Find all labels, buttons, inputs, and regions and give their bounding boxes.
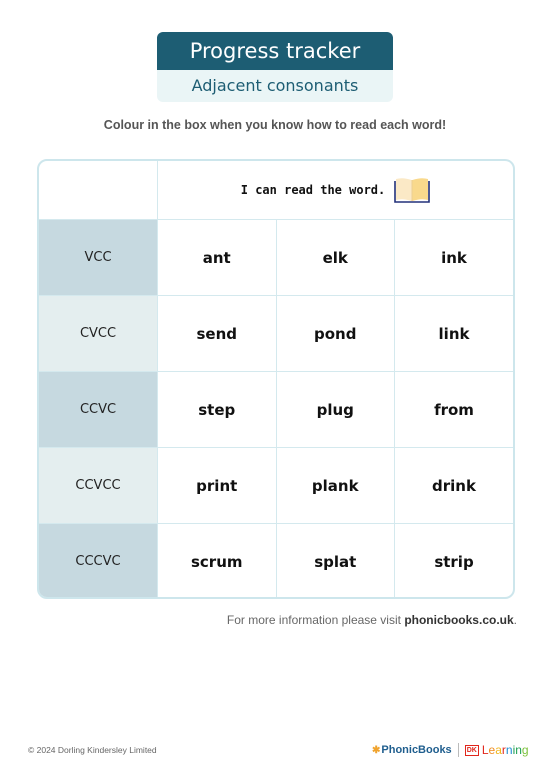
- word-cell[interactable]: drink: [394, 447, 513, 524]
- word-cell[interactable]: plank: [275, 447, 395, 524]
- word-cell[interactable]: send: [157, 295, 277, 372]
- word-cell[interactable]: elk: [275, 219, 395, 296]
- dk-logo-icon: DK: [464, 744, 479, 756]
- word-cell[interactable]: pond: [275, 295, 395, 372]
- table-row: VCC ant elk ink: [39, 219, 513, 296]
- pattern-cell: CCVCC: [39, 447, 158, 524]
- word-cell[interactable]: strip: [394, 523, 513, 597]
- word-cell[interactable]: ant: [157, 219, 277, 296]
- pattern-cell: CCCVC: [39, 523, 158, 597]
- phonicbooks-logo: ✱ PhonicBooks: [372, 744, 452, 756]
- page-title: Progress tracker: [157, 32, 393, 70]
- dk-learning-text: Learning: [481, 743, 529, 757]
- table-row: CCCVC scrum splat strip: [39, 523, 513, 597]
- word-cell[interactable]: step: [157, 371, 277, 448]
- table-row: CCVC step plug from: [39, 371, 513, 448]
- header-label: I can read the word.: [240, 183, 386, 197]
- phonicbooks-mark-icon: ✱: [372, 744, 381, 756]
- word-cell[interactable]: scrum: [157, 523, 277, 597]
- more-info-prefix: For more information please visit: [226, 613, 405, 627]
- open-book-icon: [394, 178, 431, 203]
- pattern-cell: CVCC: [39, 295, 158, 372]
- footer-logos: ✱ PhonicBooks DK Learning: [372, 742, 529, 758]
- page-subtitle: Adjacent consonants: [157, 70, 393, 102]
- dk-learning-logo: DK Learning: [464, 743, 529, 757]
- phonicbooks-logo-text: PhonicBooks: [381, 744, 452, 756]
- word-cell[interactable]: link: [394, 295, 513, 372]
- pattern-cell: VCC: [39, 219, 158, 296]
- more-info-text: For more information please visit phonic…: [227, 613, 517, 627]
- copyright-text: © 2024 Dorling Kindersley Limited: [28, 745, 157, 755]
- title-banner: Progress tracker Adjacent consonants: [157, 32, 393, 102]
- progress-table: I can read the word. VCC ant elk ink CVC…: [37, 159, 515, 599]
- website-link[interactable]: phonicbooks.co.uk: [404, 613, 513, 627]
- table-row: CCVCC print plank drink: [39, 447, 513, 524]
- word-cell[interactable]: ink: [394, 219, 513, 296]
- word-cell[interactable]: from: [394, 371, 513, 448]
- instruction-text: Colour in the box when you know how to r…: [103, 118, 447, 132]
- word-cell[interactable]: print: [157, 447, 277, 524]
- table-header-row: I can read the word.: [39, 161, 513, 220]
- header-label-cell: I can read the word.: [157, 161, 513, 220]
- word-cell[interactable]: plug: [275, 371, 395, 448]
- more-info-suffix: .: [513, 613, 517, 627]
- header-empty-cell: [39, 161, 158, 220]
- logo-divider: [457, 743, 459, 757]
- word-cell[interactable]: splat: [275, 523, 395, 597]
- pattern-cell: CCVC: [39, 371, 158, 448]
- table-row: CVCC send pond link: [39, 295, 513, 372]
